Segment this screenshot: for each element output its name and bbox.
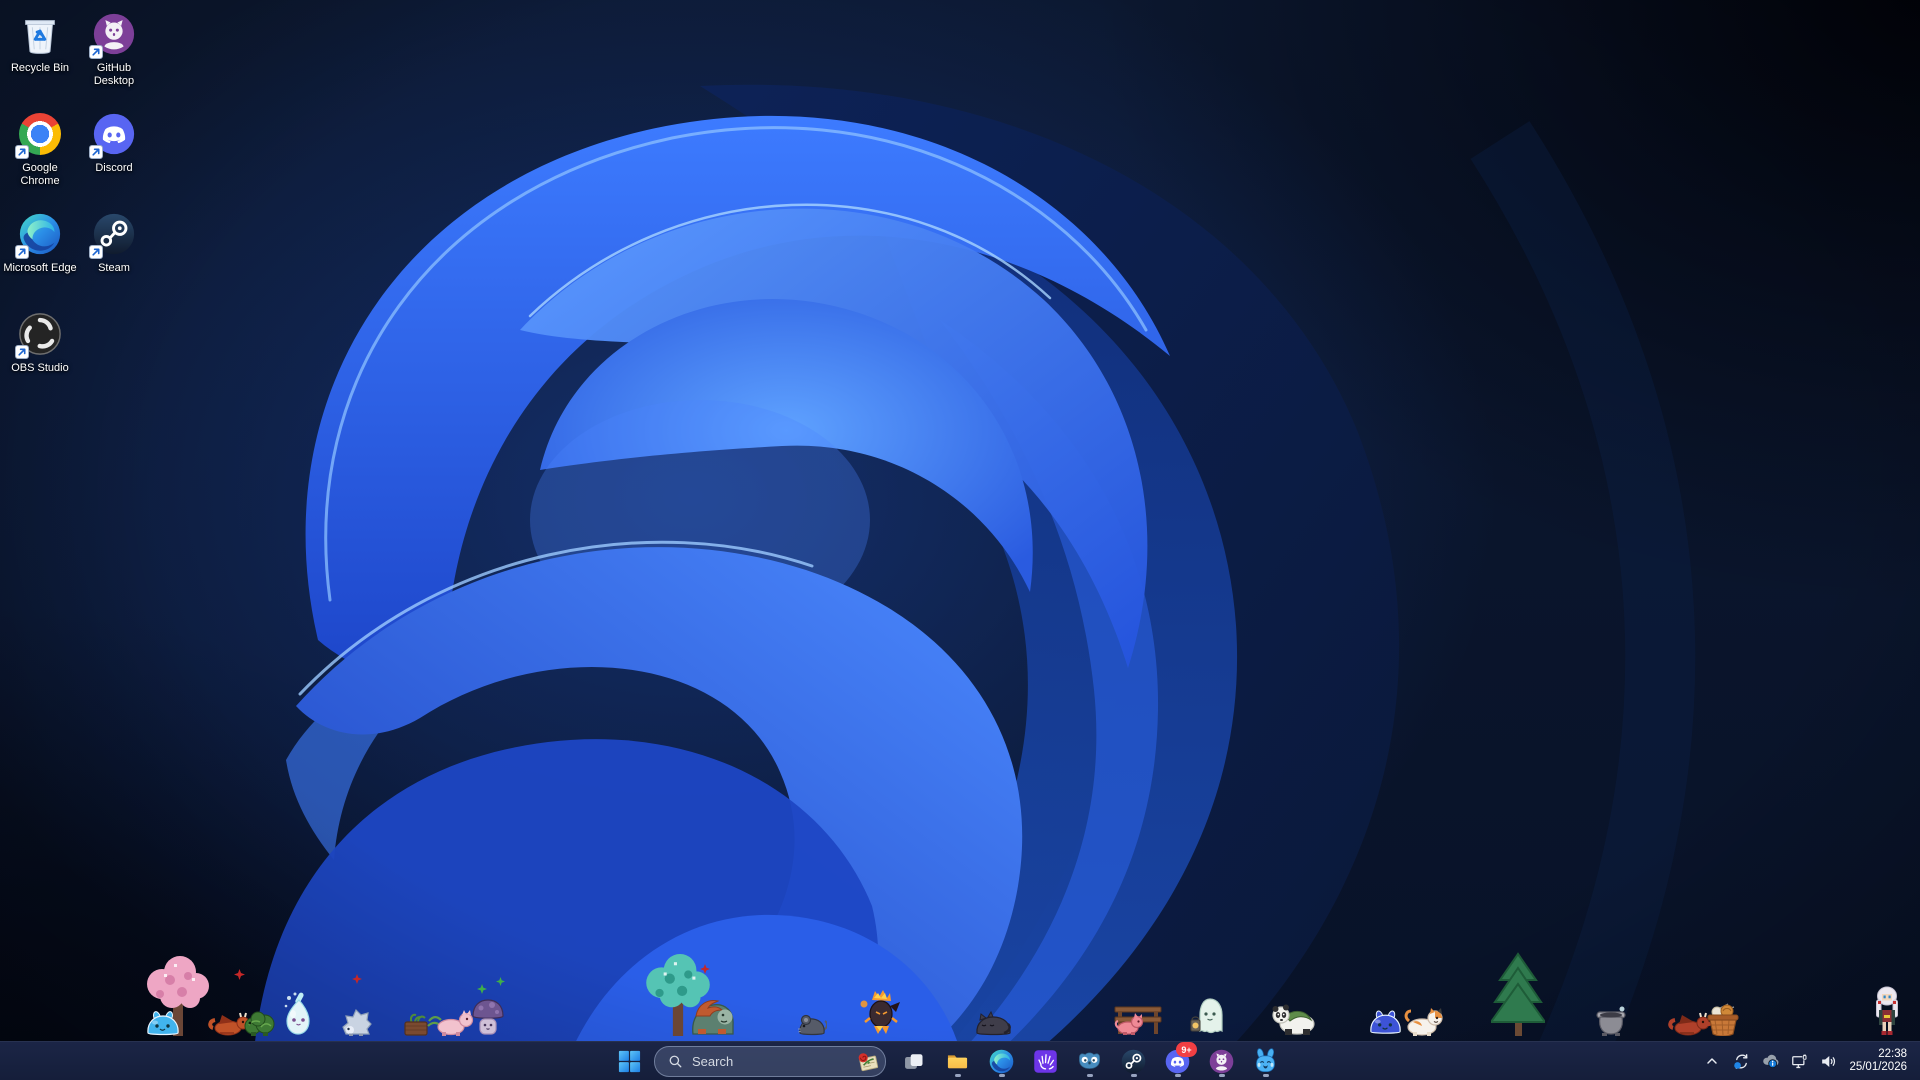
shortcut-arrow-icon: [89, 145, 103, 159]
running-indicator-dot: [1087, 1074, 1093, 1077]
running-indicator-dot: [1263, 1074, 1269, 1077]
taskbar-purple-hand-app-button[interactable]: [1025, 1044, 1066, 1078]
desktop-icon-steam[interactable]: Steam: [76, 210, 152, 275]
desktop-icon-recycle-bin[interactable]: Recycle Bin: [2, 10, 78, 75]
desktop-icon-label: Microsoft Edge: [3, 262, 76, 275]
clock-time: 22:38: [1849, 1048, 1907, 1062]
taskbar-blue-bunny-app-button[interactable]: [1245, 1044, 1286, 1078]
search-icon: [668, 1054, 683, 1069]
steam-icon: [90, 210, 138, 258]
blue-bunny-app-icon: [1252, 1048, 1279, 1075]
tray-ethernet-network-button[interactable]: [1786, 1046, 1812, 1076]
running-indicator-dot: [1175, 1074, 1181, 1077]
microsoft-edge-icon: [988, 1048, 1015, 1075]
start-button[interactable]: [609, 1044, 650, 1078]
shortcut-arrow-icon: [89, 245, 103, 259]
desktop-icon-label: GitHub Desktop: [76, 62, 152, 87]
shortcut-arrow-icon: [15, 245, 29, 259]
task-view-icon: [900, 1048, 927, 1075]
desktop: Recycle Bin Google Chrome Microsoft Edge OB…: [0, 0, 1920, 1080]
tray-icons: [1699, 1046, 1841, 1076]
running-indicator-dot: [1131, 1074, 1137, 1077]
github-desktop-icon: [90, 10, 138, 58]
sync-status-icon: [1732, 1052, 1751, 1071]
desktop-icon-google-chrome[interactable]: Google Chrome: [2, 110, 78, 187]
desktop-icon-label: Steam: [98, 262, 130, 275]
desktop-icon-label: Recycle Bin: [11, 62, 69, 75]
desktop-icon-label: Discord: [95, 162, 132, 175]
shortcut-arrow-icon: [89, 45, 103, 59]
desktop-icon-microsoft-edge[interactable]: Microsoft Edge: [2, 210, 78, 275]
shortcut-arrow-icon: [15, 145, 29, 159]
steam-icon: [1120, 1048, 1147, 1075]
obs-studio-icon: [16, 310, 64, 358]
taskbar-steam-button[interactable]: [1113, 1044, 1154, 1078]
running-indicator-dot: [955, 1074, 961, 1077]
taskbar-clock[interactable]: 22:38 25/01/2026: [1849, 1048, 1907, 1075]
notification-badge: 9+: [1176, 1042, 1197, 1057]
purple-hand-app-icon: [1032, 1048, 1059, 1075]
taskbar-github-desktop-button[interactable]: [1201, 1044, 1242, 1078]
taskbar: Search 9+ 22:38 25/01/2026: [0, 1041, 1920, 1080]
tray-cloud-info-button[interactable]: [1757, 1046, 1783, 1076]
taskbar-microsoft-edge-button[interactable]: [981, 1044, 1022, 1078]
godot-engine-icon: [1076, 1048, 1103, 1075]
taskbar-file-explorer-button[interactable]: [937, 1044, 978, 1078]
search-box[interactable]: Search: [654, 1046, 886, 1077]
google-chrome-icon: [16, 110, 64, 158]
clock-date: 25/01/2026: [1849, 1061, 1907, 1075]
discord-icon: [90, 110, 138, 158]
tray-hidden-icons-chevron-button[interactable]: [1699, 1046, 1725, 1076]
desktop-icon-discord[interactable]: Discord: [76, 110, 152, 175]
taskbar-discord-button[interactable]: 9+: [1157, 1044, 1198, 1078]
pinned-apps: 9+: [893, 1044, 1286, 1078]
cloud-info-icon: [1760, 1051, 1780, 1071]
taskbar-task-view-button[interactable]: [893, 1044, 934, 1078]
recycle-bin-icon: [16, 10, 64, 58]
desktop-icon-obs-studio[interactable]: OBS Studio: [2, 310, 78, 375]
running-indicator-dot: [1219, 1074, 1225, 1077]
taskbar-center-group: Search 9+: [609, 1042, 1286, 1080]
windows-bloom-wallpaper: [0, 0, 1920, 1080]
search-placeholder: Search: [692, 1054, 845, 1069]
desktop-icon-github-desktop[interactable]: GitHub Desktop: [76, 10, 152, 87]
shortcut-arrow-icon: [15, 345, 29, 359]
github-desktop-icon: [1208, 1048, 1235, 1075]
taskbar-godot-engine-button[interactable]: [1069, 1044, 1110, 1078]
hidden-icons-chevron-icon: [1704, 1053, 1720, 1069]
running-indicator-dot: [999, 1074, 1005, 1077]
file-explorer-icon: [944, 1048, 971, 1075]
system-tray: 22:38 25/01/2026: [1699, 1042, 1920, 1080]
desktop-icon-label: Google Chrome: [2, 162, 78, 187]
search-highlight-rose-icon[interactable]: [854, 1048, 880, 1074]
microsoft-edge-icon: [16, 210, 64, 258]
tray-volume-button[interactable]: [1815, 1046, 1841, 1076]
desktop-icon-label: OBS Studio: [11, 362, 68, 375]
volume-icon: [1819, 1052, 1838, 1071]
ethernet-network-icon: [1790, 1052, 1809, 1071]
tray-sync-status-button[interactable]: [1728, 1046, 1754, 1076]
